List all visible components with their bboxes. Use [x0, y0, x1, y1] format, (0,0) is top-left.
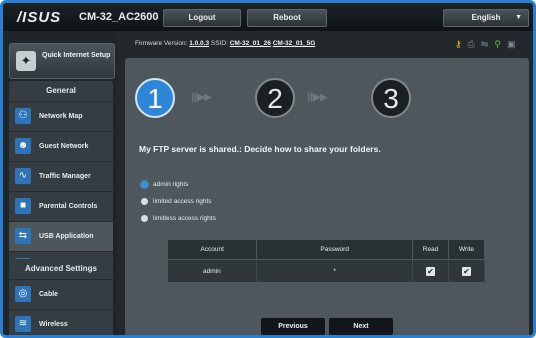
router-admin-window: /ISUS CM-32_AC2600 Logout Reboot English…	[0, 0, 536, 338]
radio-label: limited access rights	[153, 198, 212, 205]
sidebar-item-label: Traffic Manager	[39, 173, 91, 180]
status-icons: ⚷ ⎙ ⇋ ⚲ ▣	[455, 38, 515, 50]
wizard-panel: 1 ||||▶▶ 2 ||||▶▶ 3 My FTP server is sha…	[125, 58, 529, 335]
firmware-status-line: Firmware Version: 1.0.0.3 SSID: CM-32_01…	[135, 40, 315, 47]
language-select[interactable]: English ▼	[443, 9, 529, 27]
sidebar-item-cable[interactable]: ◎ Cable	[9, 280, 113, 310]
logout-button[interactable]: Logout	[163, 9, 241, 27]
globe-icon: ◎	[15, 286, 31, 302]
sidebar-item-label: Wireless	[39, 321, 68, 328]
sidebar-item-label: Cable	[39, 291, 59, 298]
sidebar-item-usb-application[interactable]: ⇆ USB Application	[9, 222, 113, 252]
key-icon[interactable]: ⚷	[455, 38, 462, 50]
printer-icon[interactable]: ⎙	[468, 38, 475, 50]
column-header-password: Password	[256, 239, 414, 260]
write-cell: ✔	[448, 259, 485, 282]
column-header-write: Write	[448, 239, 485, 260]
radio-button[interactable]	[141, 198, 148, 205]
step-arrow-icon: ||||▶▶	[307, 92, 328, 103]
next-button[interactable]: Next	[329, 318, 393, 335]
wizard-question: My FTP server is shared.: Decide how to …	[139, 144, 381, 154]
quick-internet-setup-button[interactable]: ✦ Quick Internet Setup	[9, 43, 115, 79]
reboot-button[interactable]: Reboot	[247, 9, 327, 27]
sidebar-item-label: Parental Controls	[39, 203, 98, 210]
step-arrow-icon: ||||▶▶	[191, 92, 212, 103]
model-name: CM-32_AC2600	[79, 11, 159, 23]
sidebar-item-label: USB Application	[39, 233, 94, 240]
read-cell: ✔	[412, 259, 450, 282]
top-bar: /ISUS CM-32_AC2600 Logout Reboot English…	[3, 3, 533, 31]
sidebar-item-wireless[interactable]: ≋ Wireless	[9, 310, 113, 335]
sidebar-item-guest-network[interactable]: ☻ Guest Network	[9, 132, 113, 162]
password-cell: *	[256, 259, 414, 282]
step-3-indicator: 3	[371, 78, 411, 118]
sidebar-item-parental-controls[interactable]: ■ Parental Controls	[9, 192, 113, 222]
wifi-icon: ≋	[15, 316, 31, 332]
column-header-read: Read	[412, 239, 450, 260]
write-checkbox[interactable]: ✔	[462, 266, 471, 276]
network-icon[interactable]: ⚲	[494, 38, 501, 50]
read-checkbox[interactable]: ✔	[426, 266, 436, 276]
table-row: admin * ✔ ✔	[167, 259, 485, 282]
radio-label: limitless access rights	[153, 215, 216, 222]
sidebar-item-network-map[interactable]: ⚇ Network Map	[9, 102, 113, 132]
general-heading: General	[9, 81, 113, 102]
sidebar-item-label: Network Map	[39, 113, 83, 120]
wand-icon: ✦	[16, 51, 36, 71]
usb-icon: ⇆	[15, 228, 31, 244]
step-1-indicator: 1	[135, 78, 175, 118]
ssid-label: SSID:	[210, 40, 228, 47]
ssid-5g-link[interactable]: CM-32_01_5G	[273, 40, 316, 47]
language-label: English	[471, 13, 501, 22]
quick-setup-label: Quick Internet Setup	[42, 52, 111, 59]
radio-button[interactable]	[141, 181, 148, 188]
sidebar: ✦ Quick Internet Setup General ⚇ Network…	[3, 31, 117, 335]
sidebar-item-label: Guest Network	[39, 143, 89, 150]
guest-network-icon: ☻	[15, 138, 31, 154]
chevron-down-icon: ▼	[515, 14, 522, 21]
network-map-icon: ⚇	[15, 108, 31, 124]
account-table: Account Password Read Write admin * ✔ ✔	[166, 239, 485, 282]
ssid-24g-link[interactable]: CM-32_01_26	[230, 40, 271, 47]
usb-icon[interactable]: ⇋	[481, 38, 489, 50]
account-cell: admin	[167, 259, 258, 282]
firmware-label: Firmware Version:	[135, 40, 188, 47]
radio-label: admin rights	[153, 181, 189, 188]
previous-button[interactable]: Previous	[261, 318, 325, 335]
lock-icon: ■	[15, 198, 31, 214]
column-header-account: Account	[166, 239, 258, 260]
advanced-heading: Advanced Settings	[9, 259, 113, 280]
general-menu: General ⚇ Network Map ☻ Guest Network ∿ …	[9, 81, 113, 281]
advanced-settings-menu: Advanced Settings ◎ Cable ≋ Wireless	[9, 259, 113, 335]
firmware-version-link[interactable]: 1.0.0.3	[189, 40, 209, 47]
traffic-icon: ∿	[15, 168, 31, 184]
radio-button[interactable]	[141, 215, 148, 222]
sidebar-item-traffic-manager[interactable]: ∿ Traffic Manager	[9, 162, 113, 192]
table-header-row: Account Password Read Write	[166, 239, 485, 260]
lock-icon[interactable]: ▣	[507, 38, 516, 50]
brand-logo: /ISUS	[17, 9, 62, 26]
step-2-indicator: 2	[255, 78, 295, 118]
